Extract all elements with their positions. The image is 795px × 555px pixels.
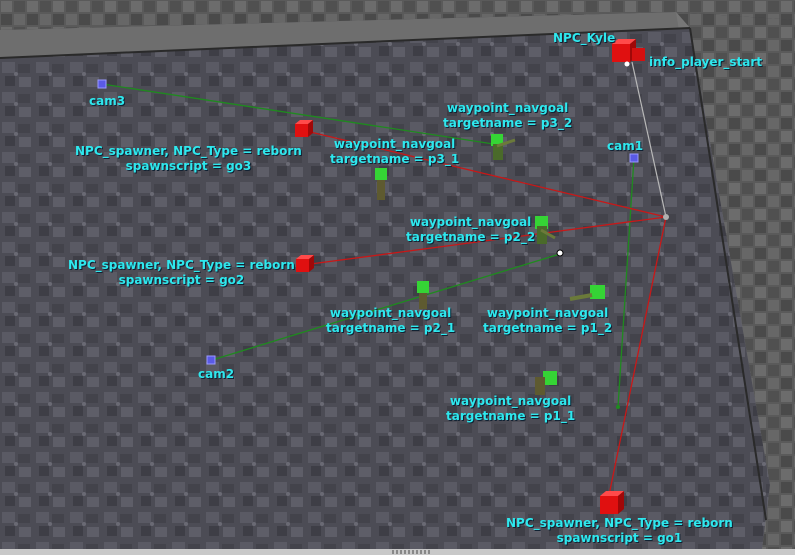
- waypoint-p3_2-label: waypoint_navgoal targetname = p3_2: [443, 101, 572, 131]
- npc-spawner-go3-script: spawnscript = go3: [125, 159, 252, 173]
- editor-3d-viewport[interactable]: NPC_Kyle info_player_start cam3 cam1 cam…: [0, 0, 795, 555]
- npc-kyle-label: NPC_Kyle: [553, 31, 616, 45]
- npc-spawner-go1-label: NPC_spawner, NPC_Type = reborn spawnscri…: [506, 516, 733, 546]
- waypoint-p1_1-class: waypoint_navgoal: [449, 394, 572, 408]
- npc-spawner-go3-cube: [295, 120, 313, 137]
- npc-spawner-go3-type: NPC_spawner, NPC_Type = reborn: [75, 144, 302, 158]
- info-player-start-label: info_player_start: [649, 55, 763, 69]
- cam3-label: cam3: [89, 94, 126, 108]
- cam3-cube: [97, 79, 107, 89]
- cursor-point: [556, 249, 564, 257]
- waypoint-p3_2-class: waypoint_navgoal: [446, 101, 569, 115]
- resize-grip[interactable]: [392, 550, 432, 554]
- waypoint-p1_1-label: waypoint_navgoal targetname = p1_1: [446, 394, 575, 424]
- waypoint-p1_1-name: targetname = p1_1: [446, 409, 576, 423]
- npc-spawner-go2-script: spawnscript = go2: [118, 273, 245, 287]
- cam1-label: cam1: [607, 139, 644, 153]
- waypoint-p1_2-class: waypoint_navgoal: [486, 306, 609, 320]
- waypoint-p2_2-label: waypoint_navgoal targetname = p2_2: [406, 215, 535, 245]
- waypoint-p3_1-name: targetname = p3_1: [330, 152, 460, 166]
- waypoint-p3_1-class: waypoint_navgoal: [333, 137, 456, 151]
- cam1-path-point: [616, 405, 620, 409]
- waypoint-p2_2-class: waypoint_navgoal: [409, 215, 532, 229]
- cam1-cube: [629, 153, 639, 163]
- waypoint-p1_2-name: targetname = p1_2: [483, 321, 613, 335]
- npc-spawner-go2-cube: [296, 255, 314, 272]
- npc-spawner-go2-label: NPC_spawner, NPC_Type = reborn spawnscri…: [68, 258, 295, 288]
- npc-spawner-go3-label: NPC_spawner, NPC_Type = reborn spawnscri…: [75, 144, 302, 174]
- waypoint-p3_2-name: targetname = p3_2: [443, 116, 573, 130]
- waypoint-p1_2-label: waypoint_navgoal targetname = p1_2: [483, 306, 612, 336]
- npc-spawner-go1-script: spawnscript = go1: [556, 531, 683, 545]
- waypoint-p2_2-name: targetname = p2_2: [406, 230, 536, 244]
- npc-spawner-go1-cube: [600, 491, 624, 514]
- waypoint-p3_1-label: waypoint_navgoal targetname = p3_1: [330, 137, 459, 167]
- npc-spawner-go2-type: NPC_spawner, NPC_Type = reborn: [68, 258, 295, 272]
- npc-spawner-go1-type: NPC_spawner, NPC_Type = reborn: [506, 516, 733, 530]
- cam2-label: cam2: [198, 367, 235, 381]
- cam2-cube: [206, 355, 216, 365]
- waypoint-p2_1-label: waypoint_navgoal targetname = p2_1: [326, 306, 455, 336]
- waypoint-p2_1-class: waypoint_navgoal: [329, 306, 452, 320]
- link-hub: [663, 214, 669, 220]
- waypoint-p2_1-name: targetname = p2_1: [326, 321, 456, 335]
